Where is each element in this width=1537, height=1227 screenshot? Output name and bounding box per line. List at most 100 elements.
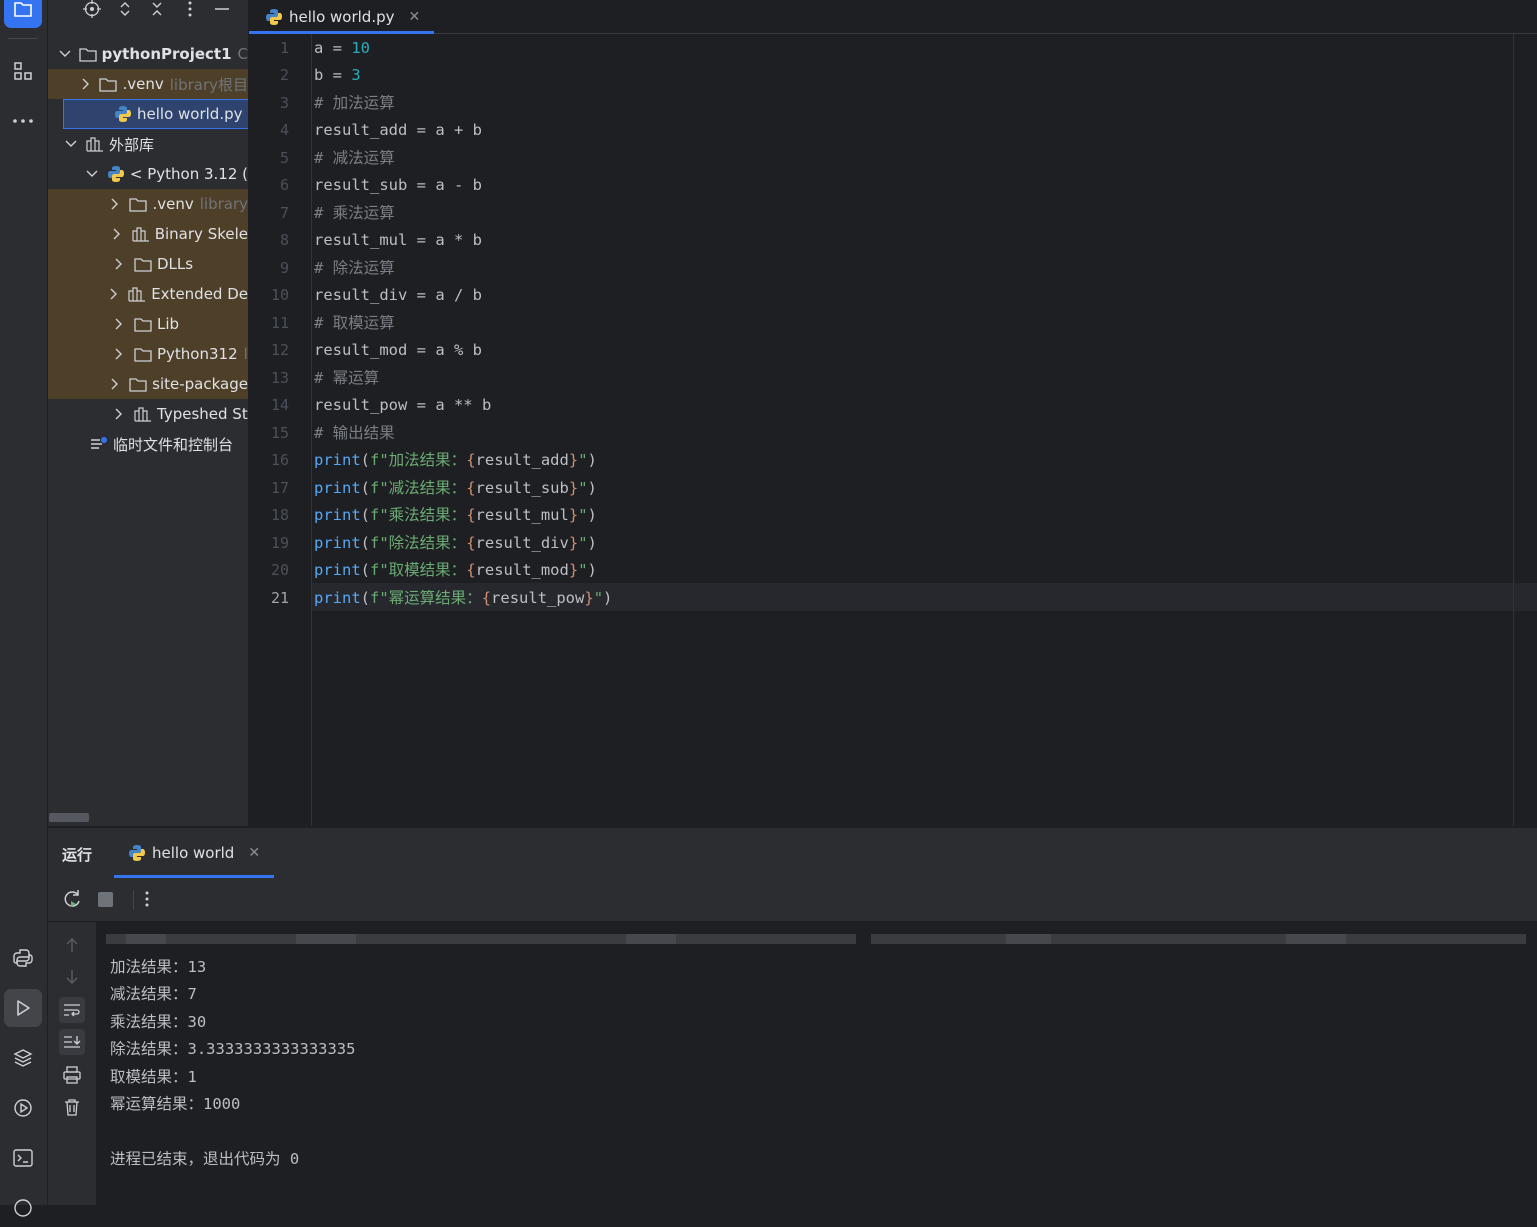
print-button[interactable] <box>59 1062 85 1088</box>
tree-item-child[interactable]: .venv library <box>48 189 248 219</box>
code-line[interactable]: # 输出结果 <box>314 421 395 445</box>
options-icon <box>188 1 192 17</box>
tree-item-project-root[interactable]: pythonProject1 C <box>48 39 248 69</box>
close-icon[interactable]: ✕ <box>248 845 260 861</box>
chevron-right-icon[interactable] <box>80 78 91 90</box>
chevron-right-icon[interactable] <box>108 198 121 210</box>
toolbar-separator <box>133 890 134 910</box>
terminal-tool-button[interactable] <box>4 1139 42 1177</box>
horizontal-scrollbar[interactable] <box>49 813 89 822</box>
tree-item-external-libraries[interactable]: 外部库 <box>48 129 248 159</box>
code-line[interactable]: # 乘法运算 <box>314 201 395 225</box>
soft-wrap-button[interactable] <box>59 997 85 1023</box>
code-line[interactable]: result_mul = a * b <box>314 228 482 252</box>
chevron-down-icon[interactable] <box>64 140 78 148</box>
scroll-down-button[interactable] <box>59 964 85 990</box>
layers-tool-button[interactable] <box>4 1039 42 1077</box>
python-icon <box>107 165 125 183</box>
tree-item-child[interactable]: Python312 l <box>48 339 248 369</box>
child-label: Binary Skele <box>154 225 248 243</box>
chevron-right-icon[interactable] <box>108 378 121 390</box>
code-line[interactable]: print(f"除法结果：{result_div}") <box>314 531 597 555</box>
chevron-right-icon[interactable] <box>107 288 120 300</box>
stop-button[interactable] <box>98 892 113 907</box>
tab-hello-world-py[interactable]: hello world.py ✕ <box>251 0 434 33</box>
python-console-button[interactable] <box>4 939 42 977</box>
locate-button[interactable] <box>81 0 103 20</box>
code-line[interactable]: print(f"取模结果：{result_mod}") <box>314 558 597 582</box>
tree-item-child[interactable]: Typeshed St <box>48 399 248 429</box>
console-output[interactable]: 加法结果：13 减法结果：7 乘法结果：30 除法结果：3.3333333333… <box>96 922 1537 1205</box>
structure-tool-button[interactable] <box>4 52 42 90</box>
rerun-button[interactable] <box>61 888 83 914</box>
project-panel: pythonProject1 C .venv library根目 hello w… <box>48 0 248 826</box>
run-tab-hello-world[interactable]: hello world ✕ <box>114 828 274 878</box>
line-number: 13 <box>270 369 289 387</box>
collapse-all-button[interactable] <box>146 0 168 20</box>
code-line[interactable]: # 幂运算 <box>314 366 379 390</box>
chevron-right-icon[interactable] <box>110 228 124 240</box>
expand-all-button[interactable] <box>114 0 136 20</box>
code-line[interactable]: print(f"幂运算结果：{result_pow}") <box>314 586 612 610</box>
line-number: 7 <box>279 204 289 222</box>
tree-item-venv[interactable]: .venv library根目 <box>48 69 248 99</box>
folder-icon <box>129 375 147 393</box>
python-label: < Python 3.12 ( <box>129 165 248 183</box>
tree-item-hello-world-file[interactable]: hello world.py <box>48 99 248 129</box>
tree-item-child[interactable]: Extended De <box>48 279 248 309</box>
tree-item-child[interactable]: Binary Skele <box>48 219 248 249</box>
folder-icon <box>134 345 152 363</box>
tab-label: hello world.py <box>289 7 395 26</box>
code-line[interactable]: b = 3 <box>314 63 361 87</box>
chevron-right-icon[interactable] <box>112 348 126 360</box>
more-tools-button[interactable] <box>4 102 42 140</box>
problems-tool-button[interactable] <box>4 1189 42 1227</box>
library-icon <box>86 135 104 153</box>
tree-item-child[interactable]: Lib <box>48 309 248 339</box>
console-line: 幂运算结果：1000 <box>110 1095 241 1113</box>
code-line[interactable]: # 减法运算 <box>314 146 395 170</box>
hide-panel-button[interactable] <box>211 0 233 20</box>
line-number: 6 <box>279 176 289 194</box>
scroll-up-button[interactable] <box>59 932 85 958</box>
tree-item-python-sdk[interactable]: < Python 3.12 ( <box>48 159 248 189</box>
services-tool-button[interactable] <box>4 1089 42 1127</box>
child-label: Lib <box>157 315 180 333</box>
code-line[interactable]: # 取模运算 <box>314 311 395 335</box>
code-line[interactable]: a = 10 <box>314 36 370 60</box>
up-icon <box>66 938 78 952</box>
library-icon <box>132 225 150 243</box>
chevron-down-icon[interactable] <box>59 50 71 58</box>
code-editor[interactable]: a = 10 b = 3 # 加法运算 result_add = a + b # 减法运… <box>312 34 1537 826</box>
scroll-to-end-button[interactable] <box>59 1029 85 1055</box>
code-line[interactable]: print(f"乘法结果：{result_mul}") <box>314 503 597 527</box>
code-line[interactable]: # 除法运算 <box>314 256 395 280</box>
chevron-right-icon[interactable] <box>112 318 126 330</box>
code-line[interactable]: result_add = a + b <box>314 118 482 142</box>
tree-item-child[interactable]: site-package <box>48 369 248 399</box>
chevron-down-icon[interactable] <box>86 170 99 178</box>
code-line[interactable]: result_div = a / b <box>314 283 482 307</box>
run-tool-button[interactable] <box>4 989 42 1027</box>
code-line[interactable]: result_pow = a ** b <box>314 393 491 417</box>
tree-item-scratches[interactable]: 临时文件和控制台 <box>48 429 248 459</box>
line-number-gutter: 1 2 3 4 5 6 7 8 9 10 11 12 13 14 15 16 1… <box>249 34 312 826</box>
close-icon[interactable]: ✕ <box>408 9 420 25</box>
code-line[interactable]: result_sub = a - b <box>314 173 482 197</box>
trash-icon <box>65 1099 79 1116</box>
chevron-right-icon[interactable] <box>112 258 126 270</box>
code-line[interactable]: print(f"减法结果：{result_sub}") <box>314 476 597 500</box>
chevron-right-icon[interactable] <box>112 408 126 420</box>
console-line: 减法结果：7 <box>110 985 197 1003</box>
code-line[interactable]: print(f"加法结果：{result_add}") <box>314 448 597 472</box>
code-line[interactable]: result_mod = a % b <box>314 338 482 362</box>
project-tool-button[interactable] <box>4 0 42 28</box>
code-line[interactable]: # 加法运算 <box>314 91 395 115</box>
tree-item-child[interactable]: DLLs <box>48 249 248 279</box>
child-label: site-package <box>152 375 248 393</box>
clear-all-button[interactable] <box>59 1094 85 1120</box>
options-button[interactable] <box>179 0 201 20</box>
library-icon <box>134 405 152 423</box>
run-options-button[interactable] <box>145 890 149 912</box>
python-file-icon <box>265 8 283 26</box>
